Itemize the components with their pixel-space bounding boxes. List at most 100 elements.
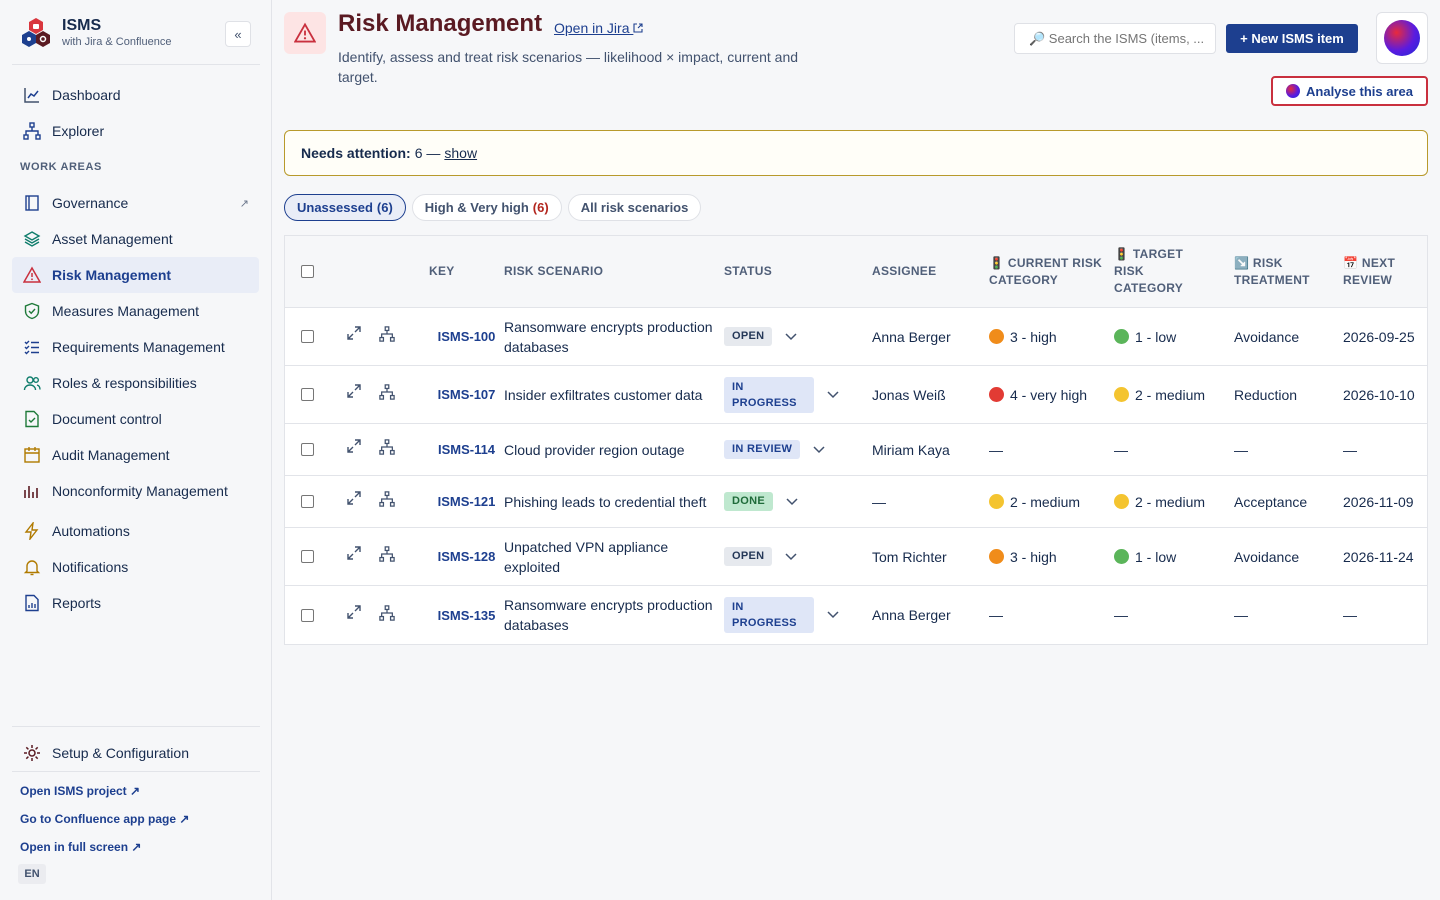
risk-treatment: — [1234, 607, 1248, 623]
book-icon [22, 193, 42, 213]
sidebar-item-requirements-management[interactable]: Requirements Management [12, 329, 259, 365]
hierarchy-icon[interactable] [379, 384, 395, 405]
hierarchy-icon[interactable] [379, 491, 395, 512]
language-switcher[interactable]: EN [18, 864, 46, 884]
current-risk-value: 2 - medium [1010, 493, 1081, 510]
sidebar-item-label: Automations [52, 523, 130, 539]
table-row[interactable]: ISMS-107 Insider exfiltrates customer da… [285, 366, 1427, 424]
sidebar-item-risk-management[interactable]: Risk Management [12, 257, 259, 293]
brand[interactable]: ISMS with Jira & Confluence [20, 16, 171, 48]
analyse-area-button[interactable]: Analyse this area [1271, 76, 1428, 106]
filter-all-risk-scenarios[interactable]: All risk scenarios [567, 194, 702, 221]
sidebar-item-governance[interactable]: Governance ↗ [12, 185, 259, 221]
status-dropdown[interactable]: OPEN [724, 546, 872, 568]
issue-key-link[interactable]: ISMS-135 [429, 608, 504, 623]
sidebar-item-label: Roles & responsibilities [52, 375, 197, 391]
sidebar-item-dashboard[interactable]: Dashboard [12, 77, 259, 113]
ai-assistant-button[interactable] [1376, 12, 1428, 64]
filter-label: Unassessed [297, 200, 373, 215]
confluence-app-page-link[interactable]: Go to Confluence app page ↗ [20, 809, 189, 837]
issue-key-link[interactable]: ISMS-100 [429, 329, 504, 344]
hierarchy-icon[interactable] [379, 604, 395, 626]
row-checkbox[interactable] [301, 330, 314, 343]
issue-key-link[interactable]: ISMS-128 [429, 549, 504, 564]
table-row[interactable]: ISMS-100 Ransomware encrypts production … [285, 308, 1427, 366]
target-risk-value: 2 - medium [1135, 386, 1206, 403]
table-row[interactable]: ISMS-121 Phishing leads to credential th… [285, 476, 1427, 528]
table-row[interactable]: ISMS-135 Ransomware encrypts production … [285, 586, 1427, 644]
sidebar-item-reports[interactable]: Reports [12, 585, 259, 621]
column-target-risk[interactable]: 🚦 TARGET RISK CATEGORY [1114, 246, 1234, 297]
sidebar-item-notifications[interactable]: Notifications [12, 549, 259, 585]
collapse-sidebar-button[interactable]: « [225, 21, 251, 47]
status-dropdown[interactable]: IN PROGRESS [724, 376, 872, 413]
column-key[interactable]: KEY [429, 263, 504, 280]
expand-icon[interactable] [347, 384, 361, 405]
sidebar-item-automations[interactable]: Automations [12, 513, 259, 549]
sidebar-item-measures-management[interactable]: Measures Management [12, 293, 259, 329]
filter-unassessed[interactable]: Unassessed (6) [284, 194, 406, 221]
filter-label: High & Very high [424, 200, 529, 215]
target-risk-category: 1 - low [1114, 547, 1234, 567]
expand-icon[interactable] [347, 326, 361, 347]
row-checkbox[interactable] [301, 608, 314, 622]
chart-line-icon [22, 85, 42, 105]
row-checkbox[interactable] [301, 443, 314, 456]
sidebar-item-label: Risk Management [52, 267, 172, 283]
target-risk-category: 2 - medium [1114, 385, 1234, 405]
column-assignee[interactable]: ASSIGNEE [872, 263, 989, 280]
sidebar-item-roles[interactable]: Roles & responsibilities [12, 365, 259, 401]
expand-icon[interactable] [347, 439, 361, 460]
status-dropdown[interactable]: IN REVIEW [724, 439, 872, 461]
sidebar-item-asset-management[interactable]: Asset Management [12, 221, 259, 257]
issue-key-link[interactable]: ISMS-107 [429, 387, 504, 402]
assignee: Jonas Weiß [872, 386, 946, 403]
expand-icon[interactable] [347, 491, 361, 512]
next-review: 2026-11-24 [1343, 548, 1414, 565]
issue-key-link[interactable]: ISMS-121 [429, 494, 504, 509]
new-isms-item-button[interactable]: + New ISMS item [1226, 24, 1358, 53]
attention-label: Needs attention: [301, 145, 411, 161]
sidebar-item-document-control[interactable]: Document control [12, 401, 259, 437]
hierarchy-icon[interactable] [379, 546, 395, 567]
filter-high-very-high[interactable]: High & Very high (6) [411, 194, 562, 221]
hierarchy-icon[interactable] [379, 326, 395, 347]
column-risk-treatment[interactable]: ↘️ RISK TREATMENT [1234, 255, 1343, 289]
filter-label: All risk scenarios [580, 200, 689, 215]
status-dropdown[interactable]: IN PROGRESS [724, 597, 872, 633]
issue-key-link[interactable]: ISMS-114 [429, 442, 504, 457]
hierarchy-icon [22, 121, 42, 141]
row-checkbox[interactable] [301, 495, 314, 508]
column-next-review[interactable]: 📅 NEXT REVIEW [1343, 255, 1423, 289]
table-row[interactable]: ISMS-128 Unpatched VPN appliance exploit… [285, 528, 1427, 586]
column-current-risk[interactable]: 🚦 CURRENT RISK CATEGORY [989, 255, 1114, 289]
risk-treatment: Acceptance [1234, 493, 1308, 510]
attention-show-link[interactable]: show [444, 145, 477, 161]
risk-scenario: Ransomware encrypts production databases [504, 597, 713, 633]
sidebar-item-explorer[interactable]: Explorer [12, 113, 259, 149]
open-in-jira-link[interactable]: Open in Jira [554, 20, 643, 36]
open-full-screen-link[interactable]: Open in full screen ↗ [20, 837, 189, 865]
expand-icon[interactable] [347, 546, 361, 567]
sidebar-divider [12, 726, 260, 727]
sidebar-item-audit-management[interactable]: Audit Management [12, 437, 259, 473]
sidebar-item-setup[interactable]: Setup & Configuration [12, 735, 259, 771]
select-all-checkbox[interactable] [301, 265, 314, 278]
status-dropdown[interactable]: OPEN [724, 326, 872, 348]
status-dropdown[interactable]: DONE [724, 491, 872, 513]
sidebar-footer-links: Open ISMS project ↗ Go to Confluence app… [20, 781, 189, 865]
assignee: Anna Berger [872, 607, 951, 623]
search-input[interactable] [1014, 23, 1216, 54]
sidebar-item-nonconformity[interactable]: Nonconformity Management [12, 473, 259, 509]
sidebar-divider [12, 771, 260, 772]
hierarchy-icon[interactable] [379, 439, 395, 460]
table-row[interactable]: ISMS-114 Cloud provider region outage IN… [285, 424, 1427, 476]
row-checkbox[interactable] [301, 388, 314, 401]
expand-icon[interactable] [347, 604, 361, 626]
sidebar: ISMS with Jira & Confluence « Dashboard … [0, 0, 272, 900]
next-review: — [1343, 607, 1357, 623]
open-isms-project-link[interactable]: Open ISMS project ↗ [20, 781, 189, 809]
row-checkbox[interactable] [301, 550, 314, 563]
column-scenario[interactable]: RISK SCENARIO [504, 263, 724, 280]
column-status[interactable]: STATUS [724, 263, 872, 280]
